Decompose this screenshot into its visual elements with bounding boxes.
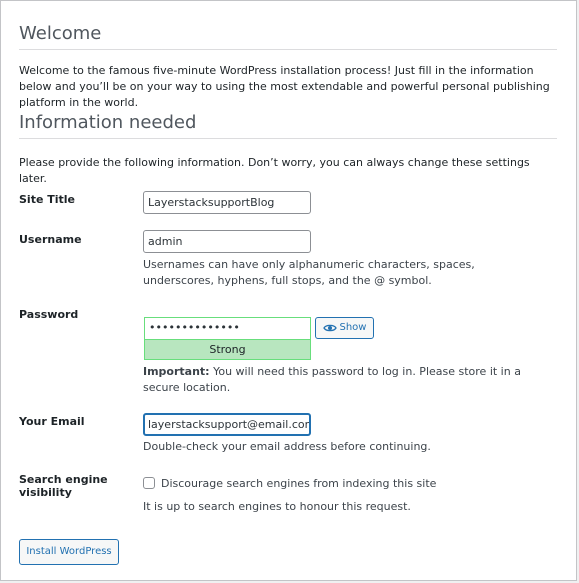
show-password-label: Show (339, 322, 367, 333)
install-wordpress-button[interactable]: Install WordPress (19, 539, 119, 565)
info-text: Please provide the following information… (19, 156, 530, 185)
eye-icon (322, 324, 337, 332)
install-panel: Welcome Welcome to the famous five-minut… (0, 0, 577, 581)
password-input[interactable]: •••••••••••••• (144, 317, 311, 339)
welcome-text: Welcome to the famous five-minute WordPr… (19, 64, 550, 109)
heading-divider (19, 49, 557, 50)
search-visibility-hint: It is up to search engines to honour thi… (143, 500, 411, 513)
search-visibility-label: Search engine visibility (19, 473, 108, 499)
welcome-heading: Welcome (19, 23, 102, 44)
info-heading: Information needed (19, 112, 197, 133)
username-input[interactable]: admin (143, 230, 311, 253)
password-important-note: Important: You will need this password t… (143, 364, 543, 396)
email-input[interactable]: layerstacksupport@email.com (143, 413, 311, 436)
password-label: Password (19, 308, 79, 321)
important-label: Important: (143, 365, 210, 378)
password-strength-meter: Strong (144, 339, 311, 360)
username-label: Username (19, 233, 82, 246)
username-hint: Usernames can have only alphanumeric cha… (143, 258, 475, 287)
info-divider (19, 138, 557, 139)
site-title-input[interactable]: LayerstacksupportBlog (143, 191, 311, 214)
email-hint: Double-check your email address before c… (143, 440, 431, 453)
search-visibility-label-line1: Search engine (19, 473, 108, 486)
email-value: layerstacksupport@email.com (148, 418, 311, 431)
site-title-label: Site Title (19, 193, 76, 206)
search-visibility-label-line2: visibility (19, 486, 72, 499)
discourage-search-label[interactable]: Discourage search engines from indexing … (161, 476, 461, 492)
email-label: Your Email (19, 415, 85, 428)
discourage-search-checkbox[interactable] (143, 477, 155, 489)
show-password-button[interactable]: Show (315, 317, 374, 339)
